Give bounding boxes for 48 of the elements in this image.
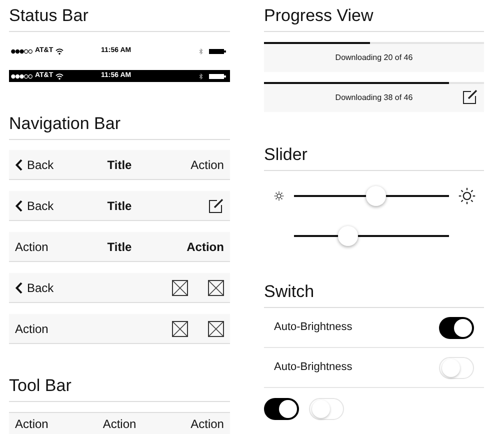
section-heading: Progress View xyxy=(264,6,374,25)
compose-icon[interactable] xyxy=(208,198,224,214)
section-heading: Status Bar xyxy=(9,6,88,25)
setting-label: Auto-Brightness xyxy=(274,320,352,336)
placeholder-icon[interactable] xyxy=(208,280,224,296)
back-button[interactable]: Back xyxy=(15,278,54,296)
nav-title: Title xyxy=(107,238,132,256)
battery-icon xyxy=(209,48,226,54)
action-button[interactable]: Action xyxy=(15,320,48,338)
back-button[interactable]: Back xyxy=(15,156,54,174)
compose-icon[interactable] xyxy=(462,89,478,105)
toggle-switch[interactable] xyxy=(309,398,344,420)
action-button[interactable]: Action xyxy=(190,414,224,432)
placeholder-icon[interactable] xyxy=(172,280,188,296)
nav-title: Title xyxy=(107,156,132,174)
section-heading: Switch xyxy=(264,282,314,301)
action-button[interactable]: Action xyxy=(102,414,136,432)
wifi-icon xyxy=(55,72,64,80)
bluetooth-icon xyxy=(199,72,203,80)
battery-icon xyxy=(209,74,226,78)
progress-label: Downloading 20 of 46 xyxy=(335,52,413,64)
chevron-icon xyxy=(15,158,23,170)
signal-icon xyxy=(11,74,33,78)
chevron-icon xyxy=(15,282,23,294)
toggle-switch[interactable] xyxy=(264,398,299,420)
placeholder-icon[interactable] xyxy=(208,320,224,336)
slider-thumb[interactable] xyxy=(338,226,358,246)
placeholder-icon[interactable] xyxy=(172,320,188,336)
section-heading: Tool Bar xyxy=(9,376,72,395)
action-button[interactable]: Action xyxy=(186,238,224,256)
sun-icon xyxy=(458,187,476,205)
bluetooth-icon xyxy=(199,48,203,54)
wifi-icon xyxy=(55,48,64,54)
action-button[interactable]: Action xyxy=(15,414,48,432)
progress-label: Downloading 38 of 46 xyxy=(335,92,413,104)
sun-icon xyxy=(274,191,284,201)
chevron-icon xyxy=(15,200,23,212)
action-button[interactable]: Action xyxy=(190,156,224,174)
toggle-switch[interactable] xyxy=(439,316,474,338)
setting-label: Auto-Brightness xyxy=(274,360,352,376)
nav-title: Title xyxy=(107,198,132,214)
slider-thumb[interactable] xyxy=(366,186,386,206)
signal-icon xyxy=(11,48,33,54)
section-heading: Navigation Bar xyxy=(9,114,121,133)
section-heading: Slider xyxy=(264,145,308,164)
toggle-switch[interactable] xyxy=(439,356,474,378)
back-button[interactable]: Back xyxy=(15,196,54,214)
action-button[interactable]: Action xyxy=(15,238,48,256)
